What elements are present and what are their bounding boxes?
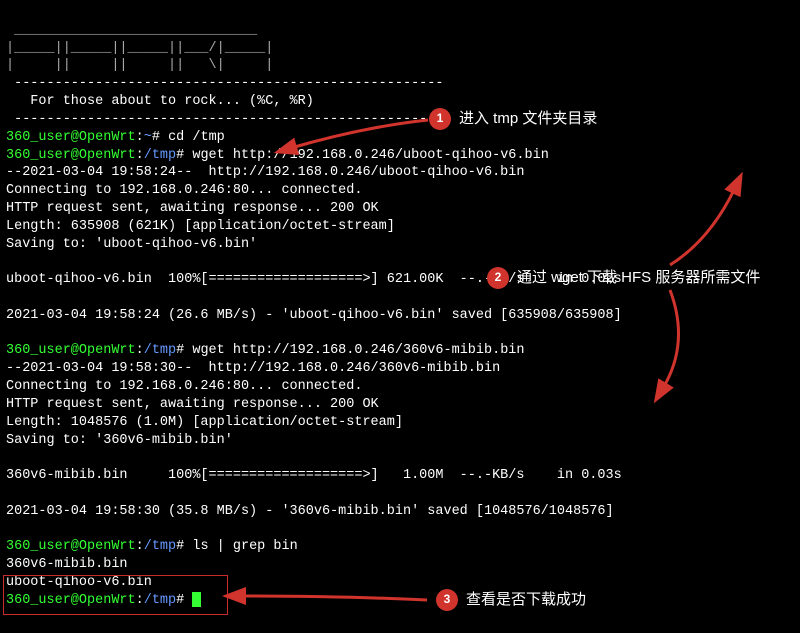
wget-output: --2021-03-04 19:58:30-- http://192.168.0… — [6, 361, 500, 376]
wget-output: Saving to: 'uboot-qihoo-v6.bin' — [6, 237, 257, 252]
divider: ----------------------------------------… — [6, 76, 443, 91]
prompt-line-ls: 360_user@OpenWrt:/tmp# ls | grep bin — [6, 539, 298, 554]
ls-output-line: uboot-qihoo-v6.bin — [6, 575, 152, 590]
prompt-user: 360_user@OpenWrt — [6, 130, 136, 145]
prompt-path: ~ — [144, 130, 152, 145]
cmd-wget2: wget http://192.168.0.246/360v6-mibib.bi… — [192, 343, 524, 358]
wget-output: Length: 635908 (621K) [application/octet… — [6, 219, 395, 234]
wget-progress: uboot-qihoo-v6.bin 100%[================… — [6, 272, 622, 287]
wget-done: 2021-03-04 19:58:30 (35.8 MB/s) - '360v6… — [6, 504, 614, 519]
ascii-art-line: | || || || \| | — [6, 58, 273, 73]
wget-output: Connecting to 192.168.0.246:80... connec… — [6, 183, 362, 198]
cmd-cd: cd /tmp — [168, 130, 225, 145]
ascii-art-line: |_____||_____||_____||___/|_____| — [6, 41, 273, 56]
prompt-line-wget1: 360_user@OpenWrt:/tmp# wget http://192.1… — [6, 148, 549, 163]
wget-output: Connecting to 192.168.0.246:80... connec… — [6, 379, 362, 394]
wget-output: HTTP request sent, awaiting response... … — [6, 201, 379, 216]
cmd-wget1: wget http://192.168.0.246/uboot-qihoo-v6… — [192, 148, 548, 163]
wget-output: --2021-03-04 19:58:24-- http://192.168.0… — [6, 165, 524, 180]
terminal-cursor — [192, 592, 201, 607]
prompt-line-wget2: 360_user@OpenWrt:/tmp# wget http://192.1… — [6, 343, 525, 358]
divider: ----------------------------------------… — [6, 112, 443, 127]
cmd-ls: ls | grep bin — [192, 539, 297, 554]
wget-output: HTTP request sent, awaiting response... … — [6, 397, 379, 412]
wget-output: Saving to: '360v6-mibib.bin' — [6, 433, 233, 448]
ascii-art-line: ______________________________ — [6, 23, 265, 38]
wget-progress: 360v6-mibib.bin 100%[===================… — [6, 468, 622, 483]
slogan: For those about to rock... (%C, %R) — [6, 94, 314, 109]
terminal-output[interactable]: ______________________________ |_____||_… — [6, 4, 794, 610]
ls-output-line: 360v6-mibib.bin — [6, 557, 128, 572]
wget-output: Length: 1048576 (1.0M) [application/octe… — [6, 415, 403, 430]
prompt-line-cd: 360_user@OpenWrt:~# cd /tmp — [6, 130, 225, 145]
prompt-line-empty: 360_user@OpenWrt:/tmp# — [6, 593, 201, 608]
wget-done: 2021-03-04 19:58:24 (26.6 MB/s) - 'uboot… — [6, 308, 622, 323]
